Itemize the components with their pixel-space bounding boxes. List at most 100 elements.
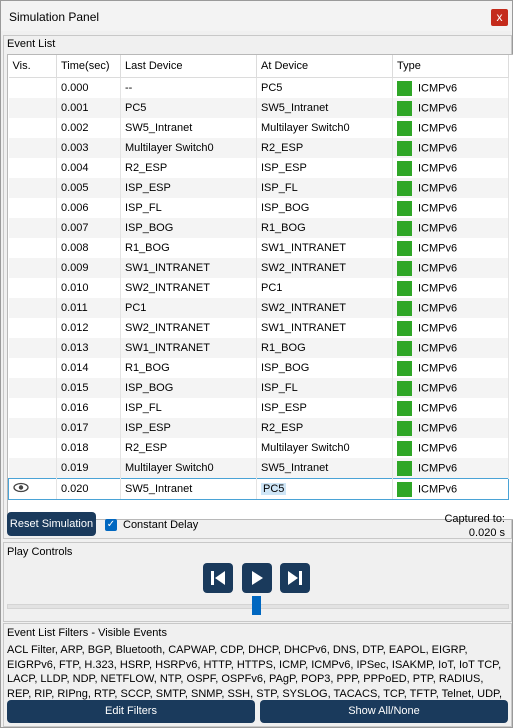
time-cell: 0.008 [56,238,121,258]
column-header-vis[interactable]: Vis. [8,55,57,78]
table-row[interactable]: 0.000 -- PC5 ICMPv6 [8,77,509,98]
at-device-cell: ISP_FL [256,178,393,198]
time-cell: 0.010 [56,278,121,298]
close-button[interactable]: x [491,9,508,26]
table-row[interactable]: 0.013 SW1_INTRANET R1_BOG ICMPv6 [8,338,509,358]
table-row[interactable]: 0.008 R1_BOG SW1_INTRANET ICMPv6 [8,238,509,258]
column-header-type[interactable]: Type [392,55,509,78]
column-header-at-device[interactable]: At Device [256,55,393,78]
at-device-cell: PC1 [256,278,393,298]
event-filters-label: Event List Filters - Visible Events [7,627,167,639]
vis-cell[interactable] [8,358,57,378]
vis-cell[interactable] [8,318,57,338]
at-device-cell: SW5_Intranet [256,458,393,479]
column-header-time[interactable]: Time(sec) [56,55,121,78]
vis-cell[interactable] [8,278,57,298]
playback-slider-thumb[interactable] [252,596,261,615]
table-row[interactable]: 0.004 R2_ESP ISP_ESP ICMPv6 [8,158,509,178]
edit-filters-button[interactable]: Edit Filters [7,700,255,723]
vis-cell[interactable] [8,338,57,358]
table-row[interactable]: 0.007 ISP_BOG R1_BOG ICMPv6 [8,218,509,238]
vis-cell[interactable] [8,398,57,418]
time-cell: 0.003 [56,138,121,158]
table-row[interactable]: 0.020 SW5_Intranet PC5 ICMPv6 [8,478,509,500]
type-color-swatch [397,260,412,276]
vis-cell[interactable] [8,418,57,438]
at-device-cell: ISP_ESP [256,158,393,178]
type-color-swatch [397,280,412,296]
table-row[interactable]: 0.014 R1_BOG ISP_BOG ICMPv6 [8,358,509,378]
time-cell: 0.009 [56,258,121,278]
type-cell: ICMPv6 [392,298,509,318]
show-all-none-button[interactable]: Show All/None [260,700,508,723]
type-label: ICMPv6 [418,341,458,354]
vis-cell[interactable] [8,298,57,318]
forward-button[interactable] [280,563,310,593]
table-row[interactable]: 0.011 PC1 SW2_INTRANET ICMPv6 [8,298,509,318]
vis-cell[interactable] [8,238,57,258]
type-cell: ICMPv6 [392,98,509,118]
last-device-cell: PC5 [120,98,257,118]
vis-cell[interactable] [8,77,57,98]
time-cell: 0.018 [56,438,121,458]
column-header-last-device[interactable]: Last Device [120,55,257,78]
event-list-table-container: Vis. Time(sec) Last Device At Device Typ… [7,54,513,520]
constant-delay-checkbox[interactable]: ✓ [105,519,117,531]
type-color-swatch [397,140,412,156]
table-row[interactable]: 0.015 ISP_BOG ISP_FL ICMPv6 [8,378,509,398]
vis-cell[interactable] [8,98,57,118]
table-row[interactable]: 0.003 Multilayer Switch0 R2_ESP ICMPv6 [8,138,509,158]
vis-cell[interactable] [8,158,57,178]
vis-cell[interactable] [8,258,57,278]
type-cell: ICMPv6 [392,398,509,418]
type-label: ICMPv6 [418,301,458,314]
vis-cell[interactable] [8,378,57,398]
at-device-cell: PC5 [256,77,393,98]
table-row[interactable]: 0.002 SW5_Intranet Multilayer Switch0 ICMPv… [8,118,509,138]
table-row[interactable]: 0.016 ISP_FL ISP_ESP ICMPv6 [8,398,509,418]
vis-cell[interactable] [8,198,57,218]
type-label: ICMPv6 [418,261,458,274]
captured-to-readout: Captured to: 0.020 s [444,512,505,540]
at-device-cell: R2_ESP [256,138,393,158]
vis-cell[interactable] [8,218,57,238]
vis-cell[interactable] [8,458,57,479]
last-device-cell: SW5_Intranet [120,478,257,500]
play-button[interactable] [242,563,272,593]
vis-cell[interactable] [8,118,57,138]
type-label: ICMPv6 [418,141,458,154]
table-row[interactable]: 0.017 ISP_ESP R2_ESP ICMPv6 [8,418,509,438]
time-cell: 0.015 [56,378,121,398]
vis-cell[interactable] [8,478,57,500]
type-color-swatch [397,320,412,336]
table-row[interactable]: 0.009 SW1_INTRANET SW2_INTRANET ICMPv6 [8,258,509,278]
at-device-cell: ISP_FL [256,378,393,398]
table-row[interactable]: 0.001 PC5 SW5_Intranet ICMPv6 [8,98,509,118]
event-list-group: Event List Vis. Time(sec) Last Device At… [3,35,513,540]
type-cell: ICMPv6 [392,458,509,479]
type-label: ICMPv6 [418,381,458,394]
simulation-panel-window: Simulation Panel x Event List Vis. Time(… [0,0,513,728]
type-color-swatch [397,400,412,416]
table-row[interactable]: 0.019 Multilayer Switch0 SW5_Intranet ICMPv… [8,458,509,479]
type-cell: ICMPv6 [392,198,509,218]
table-row[interactable]: 0.010 SW2_INTRANET PC1 ICMPv6 [8,278,509,298]
type-cell: ICMPv6 [392,478,509,500]
table-row[interactable]: 0.018 R2_ESP Multilayer Switch0 ICMPv6 [8,438,509,458]
table-row[interactable]: 0.006 ISP_FL ISP_BOG ICMPv6 [8,198,509,218]
last-device-cell: Multilayer Switch0 [120,138,257,158]
back-button[interactable] [203,563,233,593]
table-row[interactable]: 0.005 ISP_ESP ISP_FL ICMPv6 [8,178,509,198]
simulation-controls-row: Reset Simulation ✓ Constant Delay Captur… [4,510,509,540]
last-device-cell: R1_BOG [120,358,257,378]
type-label: ICMPv6 [418,441,458,454]
time-cell: 0.016 [56,398,121,418]
vis-cell[interactable] [8,178,57,198]
table-row[interactable]: 0.012 SW2_INTRANET SW1_INTRANET ICMPv6 [8,318,509,338]
vis-cell[interactable] [8,138,57,158]
at-device-cell: SW1_INTRANET [256,318,393,338]
time-cell: 0.013 [56,338,121,358]
reset-simulation-button[interactable]: Reset Simulation [7,512,96,536]
vis-cell[interactable] [8,438,57,458]
time-cell: 0.001 [56,98,121,118]
